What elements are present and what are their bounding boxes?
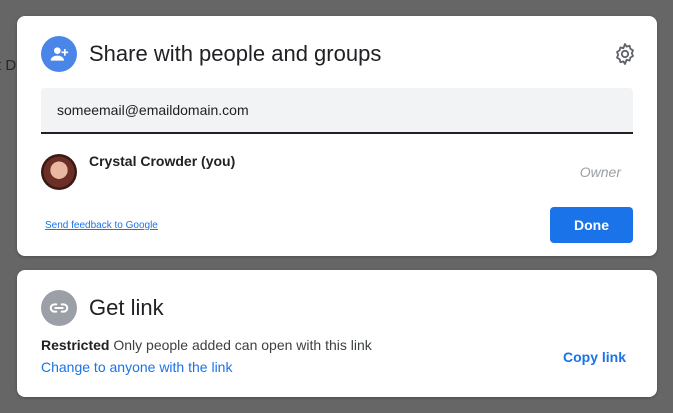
done-button[interactable]: Done bbox=[550, 207, 633, 243]
change-access-link[interactable]: Change to anyone with the link bbox=[41, 359, 232, 375]
background-partial-text: t D bbox=[0, 57, 17, 74]
gear-icon[interactable] bbox=[613, 42, 637, 66]
share-title: Share with people and groups bbox=[89, 41, 382, 66]
email-input[interactable] bbox=[57, 102, 617, 118]
feedback-link[interactable]: Send feedback to Google bbox=[45, 220, 158, 231]
avatar bbox=[41, 154, 77, 190]
person-add-icon bbox=[41, 36, 77, 72]
access-info: Restricted Only people added can open wi… bbox=[41, 337, 372, 353]
link-icon bbox=[41, 290, 77, 326]
share-card: Share with people and groups Crystal Cro… bbox=[17, 16, 657, 256]
email-input-container bbox=[41, 88, 633, 134]
access-level: Restricted bbox=[41, 337, 110, 353]
get-link-card: Get link Restricted Only people added ca… bbox=[17, 270, 657, 397]
access-description: Only people added can open with this lin… bbox=[113, 337, 372, 353]
person-name: Crystal Crowder (you) bbox=[89, 153, 236, 169]
copy-link-button[interactable]: Copy link bbox=[563, 349, 626, 365]
person-role: Owner bbox=[579, 164, 621, 180]
get-link-title: Get link bbox=[89, 295, 164, 320]
